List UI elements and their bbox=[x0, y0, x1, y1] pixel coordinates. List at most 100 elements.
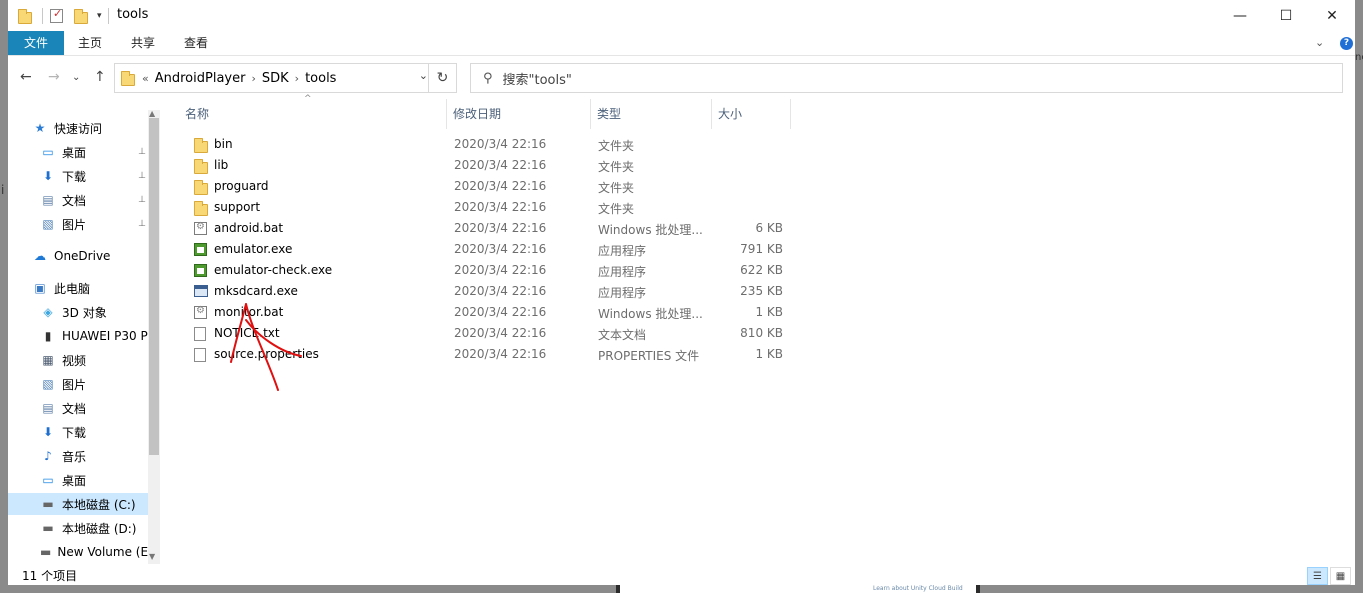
file-date: 2020/3/4 22:16 bbox=[454, 326, 547, 340]
file-date: 2020/3/4 22:16 bbox=[454, 242, 547, 256]
file-row[interactable]: source.properties 2020/3/4 22:16 PROPERTIE… bbox=[185, 344, 785, 365]
file-row[interactable]: android.bat2020/3/4 22:16Windows 批处理...6… bbox=[185, 218, 785, 239]
search-input[interactable]: 搜索"tools" bbox=[503, 69, 572, 88]
breadcrumb-androidplayer[interactable]: AndroidPlayer bbox=[155, 71, 246, 86]
tab-share[interactable]: 共享 bbox=[125, 31, 161, 55]
status-bar: 11 个项目 ☰ ▦ bbox=[8, 565, 1355, 585]
file-icon-wrapper bbox=[194, 264, 207, 280]
file-row[interactable]: emulator-check.exe 2020/3/4 22:16 应用程序 622 … bbox=[185, 260, 785, 281]
folder-icon bbox=[121, 70, 135, 86]
new-folder-icon[interactable] bbox=[74, 9, 88, 24]
sidebar-item[interactable]: ⬇ 下载 bbox=[8, 421, 148, 443]
recent-locations-chevron-icon[interactable]: ⌄ bbox=[72, 72, 80, 83]
file-name: source.properties bbox=[214, 347, 319, 361]
toolbar-separator bbox=[107, 8, 109, 24]
explorer-window: ✓ ▾ tools — ☐ ✕ 文件 主页 共享 查看 ⌄ ? ← → ⌄ ↑ … bbox=[8, 0, 1355, 585]
sort-ascending-icon: ^ bbox=[304, 94, 312, 104]
sidebar-item-icon: ▬ bbox=[42, 521, 54, 535]
sidebar-item-icon: ▬ bbox=[42, 497, 54, 511]
sidebar-item[interactable]: ▤ 文档 bbox=[8, 397, 148, 419]
tab-home[interactable]: 主页 bbox=[72, 31, 108, 55]
scroll-down-arrow-icon[interactable]: ▼ bbox=[149, 552, 155, 561]
file-row[interactable]: monitor.bat2020/3/4 22:16Windows 批处理...1… bbox=[185, 302, 785, 323]
tab-view[interactable]: 查看 bbox=[178, 31, 214, 55]
column-header-date[interactable]: 修改日期 bbox=[447, 99, 591, 129]
file-icon bbox=[194, 348, 206, 362]
sidebar-item[interactable]: ◈ 3D 对象 bbox=[8, 301, 148, 323]
close-button[interactable]: ✕ bbox=[1309, 0, 1355, 31]
sidebar-item-icon: ▧ bbox=[42, 377, 54, 391]
column-header-name[interactable]: 名称 bbox=[179, 99, 447, 129]
sidebar-item[interactable]: ⬇ 下载 ⊥ bbox=[8, 165, 148, 187]
breadcrumb-chevron-icon[interactable]: › bbox=[251, 72, 255, 85]
file-type: 文件夹 bbox=[598, 181, 635, 195]
file-date: 2020/3/4 22:16 bbox=[454, 221, 547, 235]
background-edge-text-left: i bbox=[1, 183, 5, 197]
pin-icon[interactable]: ⊥ bbox=[138, 147, 146, 157]
pin-icon[interactable]: ⊥ bbox=[138, 195, 146, 205]
scroll-up-arrow-icon[interactable]: ▲ bbox=[149, 110, 155, 118]
customize-toolbar-chevron-icon[interactable]: ▾ bbox=[97, 11, 102, 21]
back-arrow-icon[interactable]: ← bbox=[20, 69, 32, 85]
breadcrumb-chevron-icon[interactable]: › bbox=[295, 72, 299, 85]
address-overflow-icon[interactable]: « bbox=[142, 72, 149, 85]
sidebar-item[interactable]: ▦ 视频 bbox=[8, 349, 148, 371]
file-row[interactable]: proguard 2020/3/4 22:16 文件夹 bbox=[185, 176, 785, 197]
pin-icon[interactable]: ⊥ bbox=[138, 219, 146, 229]
sidebar-item-label: New Volume (E bbox=[57, 545, 148, 559]
navigation-pane-scrollbar[interactable]: ▲ ▼ bbox=[148, 110, 160, 564]
ribbon-expand-chevron-icon[interactable]: ⌄ bbox=[1315, 36, 1324, 49]
sidebar-item[interactable]: ▬ 本地磁盘 (C:) bbox=[8, 493, 148, 515]
scrollbar-thumb[interactable] bbox=[149, 118, 159, 455]
forward-arrow-icon[interactable]: → bbox=[48, 69, 60, 85]
file-name: monitor.bat bbox=[214, 305, 284, 319]
help-icon[interactable]: ? bbox=[1340, 37, 1353, 50]
sidebar-item-icon: ▬ bbox=[40, 545, 52, 559]
refresh-icon[interactable]: ↻ bbox=[428, 64, 456, 92]
sidebar-item[interactable]: ▧ 图片 ⊥ bbox=[8, 213, 148, 235]
file-name: lib bbox=[214, 158, 229, 172]
sidebar-item[interactable]: ▬ 本地磁盘 (D:) bbox=[8, 517, 148, 539]
sidebar-item-icon: ▮ bbox=[44, 329, 52, 343]
minimize-button[interactable]: — bbox=[1217, 0, 1263, 31]
file-row[interactable]: mksdcard.exe 2020/3/4 22:16 应用程序 235 KB bbox=[185, 281, 785, 302]
pin-icon[interactable]: ⊥ bbox=[138, 171, 146, 181]
sidebar-item[interactable]: ★ 快速访问 bbox=[8, 117, 148, 139]
sidebar-item-label: 桌面 bbox=[62, 145, 87, 160]
file-row[interactable]: emulator.exe 2020/3/4 22:16 应用程序 791 KB bbox=[185, 239, 785, 260]
sidebar-item-label: 3D 对象 bbox=[62, 305, 107, 320]
large-icons-view-button[interactable]: ▦ bbox=[1330, 567, 1351, 585]
file-row[interactable]: support 2020/3/4 22:16 文件夹 bbox=[185, 197, 785, 218]
column-header-size[interactable]: 大小 bbox=[712, 99, 791, 129]
sidebar-item[interactable]: ▤ 文档 ⊥ bbox=[8, 189, 148, 211]
breadcrumb-sdk[interactable]: SDK bbox=[262, 71, 289, 86]
search-box[interactable]: ⚲ 搜索"tools" bbox=[470, 63, 1343, 93]
item-count: 11 个项目 bbox=[22, 569, 78, 583]
up-arrow-icon[interactable]: ↑ bbox=[94, 69, 106, 85]
sidebar-item[interactable]: ▭ 桌面 bbox=[8, 469, 148, 491]
sidebar-item[interactable]: ☁ OneDrive bbox=[8, 245, 148, 267]
file-size: 6 KB bbox=[755, 221, 783, 235]
breadcrumb-tools[interactable]: tools bbox=[305, 71, 336, 86]
details-view-button[interactable]: ☰ bbox=[1307, 567, 1328, 585]
file-row[interactable]: lib 2020/3/4 22:16 文件夹 bbox=[185, 155, 785, 176]
properties-checkmark-icon[interactable]: ✓ bbox=[50, 7, 63, 23]
column-header-type[interactable]: 类型 bbox=[591, 99, 712, 129]
file-row[interactable]: bin 2020/3/4 22:16 文件夹 bbox=[185, 134, 785, 155]
sidebar-item[interactable]: ♪ 音乐 bbox=[8, 445, 148, 467]
sidebar-item[interactable]: ▣ 此电脑 bbox=[8, 277, 148, 299]
sidebar-item-label: 图片 bbox=[62, 217, 87, 232]
background-window-strip: Learn about Unity Cloud Build bbox=[616, 585, 980, 593]
tab-file[interactable]: 文件 bbox=[8, 31, 64, 55]
address-bar[interactable]: « AndroidPlayer › SDK › tools ⌄ ↻ bbox=[114, 63, 457, 93]
sidebar-item[interactable]: ▧ 图片 bbox=[8, 373, 148, 395]
address-dropdown-chevron-icon[interactable]: ⌄ bbox=[419, 69, 428, 82]
maximize-button[interactable]: ☐ bbox=[1263, 0, 1309, 31]
file-row[interactable]: NOTICE.txt 2020/3/4 22:16 文本文档 810 KB bbox=[185, 323, 785, 344]
ribbon-tabs: 文件 主页 共享 查看 ⌄ ? bbox=[8, 31, 1355, 56]
sidebar-item-label: OneDrive bbox=[54, 249, 111, 263]
sidebar-item[interactable]: ▮ HUAWEI P30 P bbox=[8, 325, 148, 347]
sidebar-item[interactable]: ▬ New Volume (E bbox=[8, 541, 148, 563]
batch-file-icon bbox=[194, 305, 207, 319]
sidebar-item[interactable]: ▭ 桌面 ⊥ bbox=[8, 141, 148, 163]
